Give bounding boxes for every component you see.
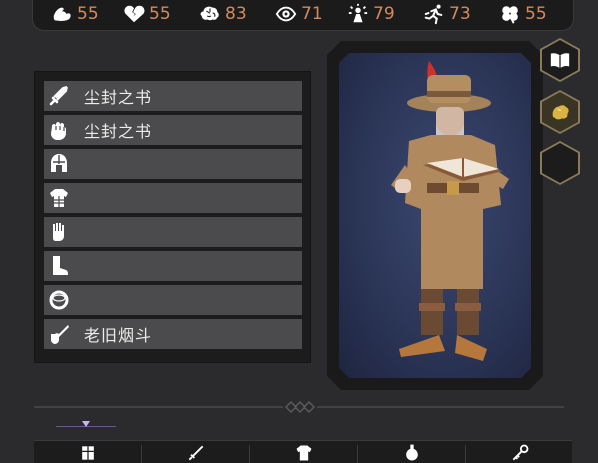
equip-slot-ring[interactable] [44,285,302,315]
equip-slot-body[interactable] [44,183,302,213]
equip-slot-weapon[interactable]: 尘封之书 [44,81,302,111]
clover-icon [502,6,518,24]
gauntlet-icon [44,217,74,247]
fist-icon [44,115,74,145]
potion-tab-icon [405,444,418,461]
divider-ornament-icon [283,399,317,415]
sparkle-figure-icon [348,3,368,23]
pipe-icon [44,319,74,349]
journal-button[interactable] [540,38,580,82]
armor-icon [44,183,74,213]
brain-icon [200,6,219,21]
stat-intellect: 83 [199,2,247,26]
character-figure [391,61,509,361]
stat-charisma: 79 [347,2,395,26]
equip-slot-offhand[interactable]: 尘封之书 [44,115,302,145]
stat-charisma-value: 79 [373,4,395,24]
ring-icon [44,285,74,315]
stat-strength: 55 [51,2,99,26]
equip-slot-offhand-label: 尘封之书 [84,122,153,141]
gold-nugget-icon [552,105,569,120]
tab-misc[interactable] [466,441,573,463]
broken-heart-icon [124,5,145,23]
character-portrait [339,53,531,378]
stat-perception-value: 71 [301,4,323,24]
strength-arm-icon [53,7,71,22]
stat-luck: 55 [499,2,547,26]
tab-weapons[interactable] [142,441,249,463]
inventory-tab-bar [34,440,572,463]
empty-side-slot[interactable] [540,141,580,185]
equipment-panel: 尘封之书 尘封之书 老旧烟斗 [34,71,311,363]
boot-icon [44,251,74,281]
helmet-icon [44,149,74,179]
equip-slot-feet[interactable] [44,251,302,281]
shirt-tab-icon [296,445,311,461]
stat-agility-value: 73 [449,4,471,24]
armor-tab-icon [81,446,94,460]
equip-slot-head[interactable] [44,149,302,179]
equip-slot-trinket[interactable]: 老旧烟斗 [44,319,302,349]
tab-consumables[interactable] [358,441,465,463]
stat-vitality-value: 55 [149,4,171,24]
gold-button[interactable] [540,90,580,134]
stats-bar: 55 55 83 71 79 73 55 [32,0,574,31]
sword-icon [44,81,74,111]
eye-icon [275,6,297,22]
stat-strength-value: 55 [77,4,99,24]
equip-slot-weapon-label: 尘封之书 [84,88,153,107]
sword-tab-icon [188,445,203,461]
equip-slot-hands[interactable] [44,217,302,247]
equip-slot-trinket-label: 老旧烟斗 [84,326,153,345]
active-tab-caret-icon [82,421,90,427]
stat-luck-value: 55 [525,4,547,24]
key-tab-icon [512,444,528,461]
stat-intellect-value: 83 [225,4,247,24]
book-icon [550,53,570,69]
stat-perception: 71 [275,2,323,26]
stat-agility: 73 [423,2,471,26]
tab-armor[interactable] [250,441,357,463]
stat-vitality: 55 [123,2,171,26]
tab-all[interactable] [34,441,141,463]
running-figure-icon [424,4,443,25]
